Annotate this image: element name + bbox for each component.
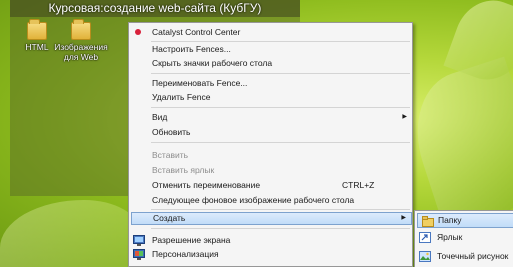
menu-item-configure-fences[interactable]: Настроить Fences... [129, 43, 412, 56]
submenu-item-label: Точечный рисунок [437, 251, 509, 261]
menu-item-label: Переименовать Fence... [152, 78, 248, 88]
submenu-item-shortcut[interactable]: Ярлык [415, 230, 513, 245]
menu-item-label: Скрыть значки рабочего стола [152, 58, 273, 68]
submenu-item-bitmap[interactable]: Точечный рисунок [415, 249, 513, 264]
menu-separator [151, 41, 410, 42]
menu-item-label: Catalyst Control Center [152, 27, 241, 37]
menu-item-label: Создать [153, 213, 186, 223]
menu-separator [151, 228, 410, 229]
menu-item-refresh[interactable]: Обновить [129, 126, 412, 139]
menu-item-next-background[interactable]: Следующее фоновое изображение рабочего с… [129, 194, 412, 207]
menu-item-label: Удалить Fence [152, 92, 211, 102]
folder-icon [71, 19, 91, 40]
menu-item-label: Вставить ярлык [152, 165, 215, 175]
create-submenu: Папку Ярлык Точечный рисунок [414, 210, 513, 267]
submenu-item-label: Ярлык [437, 232, 463, 242]
menu-item-paste[interactable]: Вставить [129, 149, 412, 162]
shortcut-icon [419, 232, 431, 243]
menu-item-label: Вставить [152, 150, 189, 160]
submenu-item-folder[interactable]: Папку [417, 213, 513, 228]
menu-separator [151, 142, 410, 143]
desktop-icon-images[interactable]: Изображения для Web [54, 19, 108, 62]
folder-icon [27, 19, 47, 40]
submenu-arrow-icon: ▶ [402, 114, 407, 120]
screen-resolution-icon [133, 235, 145, 246]
menu-item-label: Персонализация [152, 249, 219, 259]
menu-item-label: Вид [152, 112, 168, 122]
catalyst-icon [135, 29, 141, 35]
menu-item-label: Отменить переименование [152, 180, 261, 190]
personalization-icon [133, 249, 145, 260]
menu-item-rename-fence[interactable]: Переименовать Fence... [129, 77, 412, 90]
submenu-arrow-icon: ▶ [401, 215, 406, 221]
menu-item-hide-desktop-icons[interactable]: Скрыть значки рабочего стола [129, 57, 412, 70]
shortcut-label: CTRL+Z [342, 180, 375, 190]
bitmap-icon [419, 251, 431, 262]
desktop-icon-label: Изображения для Web [54, 42, 108, 62]
wallpaper-leaf [399, 56, 513, 234]
menu-item-paste-shortcut[interactable]: Вставить ярлык [129, 164, 412, 177]
submenu-item-label: Папку [438, 215, 462, 225]
menu-item-label: Разрешение экрана [152, 235, 231, 245]
menu-separator [151, 107, 410, 108]
menu-separator [151, 209, 410, 210]
menu-item-delete-fence[interactable]: Удалить Fence [129, 91, 412, 104]
context-menu: Catalyst Control Center Настроить Fences… [128, 22, 413, 267]
menu-item-screen-resolution[interactable]: Разрешение экрана [129, 234, 412, 247]
menu-item-catalyst[interactable]: Catalyst Control Center [129, 26, 412, 39]
menu-item-view[interactable]: Вид ▶ [129, 111, 412, 124]
fence-title[interactable]: Курсовая:создание web-сайта (КубГУ) [10, 0, 300, 17]
wallpaper-leaf [0, 200, 140, 267]
menu-item-label: Обновить [152, 127, 191, 137]
desktop-icon-label: HTML [25, 42, 49, 52]
menu-item-label: Настроить Fences... [152, 44, 231, 54]
menu-item-undo-rename[interactable]: Отменить переименование CTRL+Z [129, 179, 412, 192]
folder-icon [422, 216, 434, 227]
menu-item-create[interactable]: Создать ▶ [131, 212, 412, 225]
menu-separator [151, 73, 410, 74]
menu-item-personalization[interactable]: Персонализация [129, 248, 412, 261]
menu-item-label: Следующее фоновое изображение рабочего с… [152, 195, 355, 205]
